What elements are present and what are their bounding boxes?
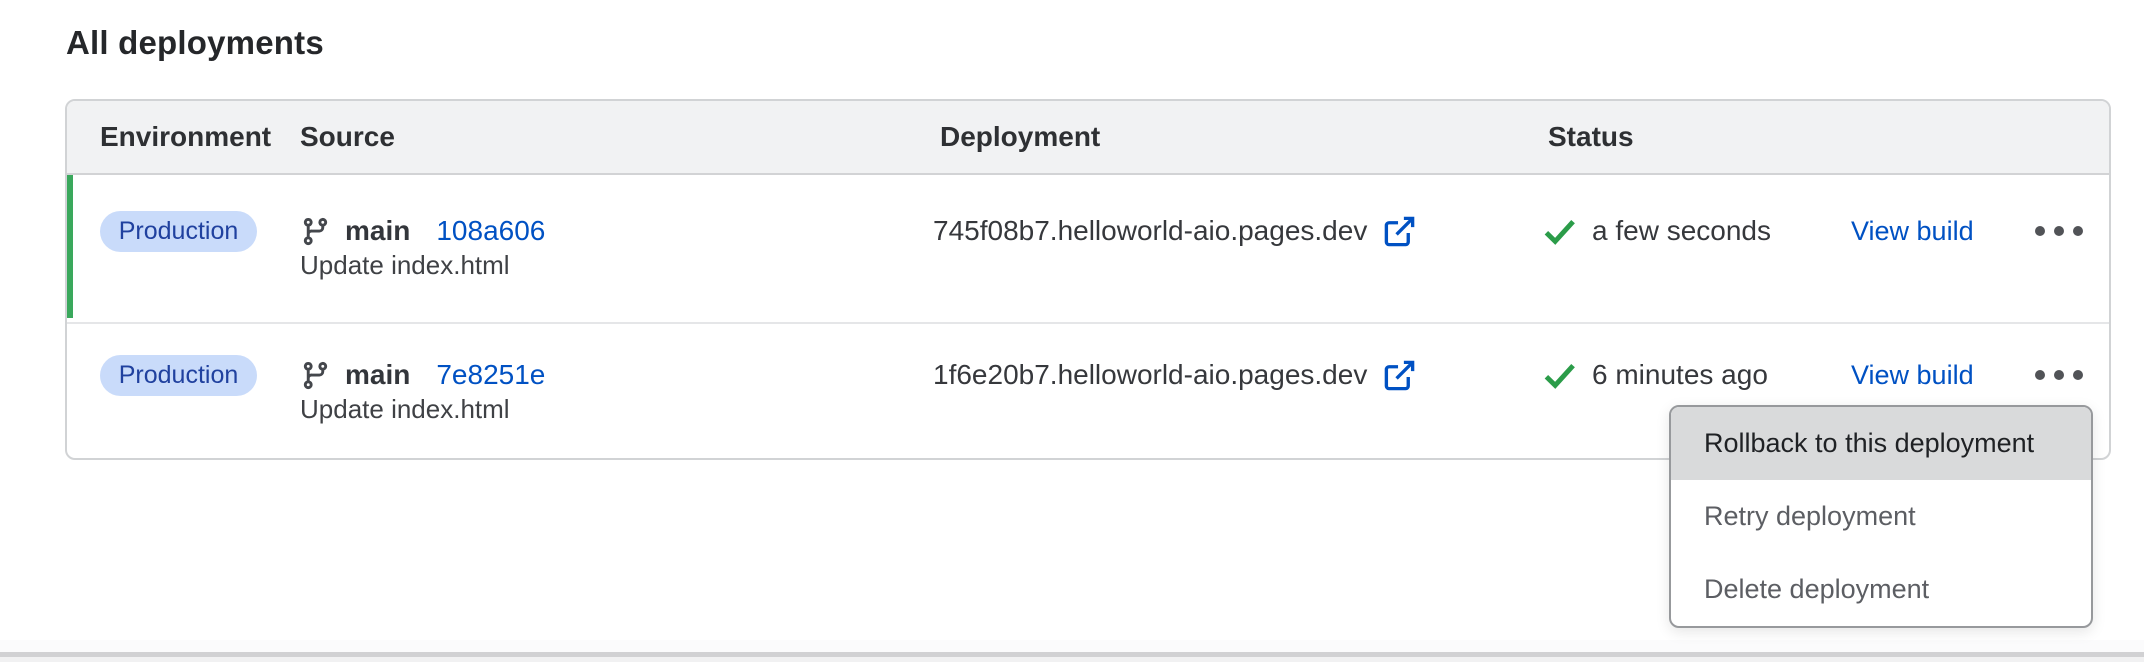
table-row: Production main 108a606 Update index.htm… bbox=[67, 175, 2109, 324]
ellipsis-icon bbox=[2073, 226, 2083, 236]
row-actions-button[interactable] bbox=[2023, 215, 2095, 247]
page-bottom-fade bbox=[0, 640, 2144, 652]
view-build-link[interactable]: View build bbox=[1851, 360, 1974, 391]
git-branch-icon bbox=[300, 216, 331, 247]
status-cell: 6 minutes ago bbox=[1541, 355, 1768, 395]
deployment-cell: 1f6e20b7.helloworld-aio.pages.dev bbox=[933, 355, 1417, 395]
table-header-row: Environment Source Deployment Status bbox=[67, 101, 2109, 175]
deployment-url: 745f08b7.helloworld-aio.pages.dev bbox=[933, 215, 1367, 247]
environment-badge-label: Production bbox=[119, 361, 239, 390]
deployment-url: 1f6e20b7.helloworld-aio.pages.dev bbox=[933, 359, 1367, 391]
git-branch-icon bbox=[300, 360, 331, 391]
check-icon bbox=[1541, 357, 1578, 394]
status-time: 6 minutes ago bbox=[1592, 359, 1768, 391]
open-deployment-button[interactable] bbox=[1382, 358, 1417, 393]
environment-badge-label: Production bbox=[119, 217, 239, 246]
ellipsis-icon bbox=[2054, 226, 2064, 236]
ellipsis-icon bbox=[2073, 370, 2083, 380]
view-build-cell: View build bbox=[1851, 211, 1974, 251]
environment-badge: Production bbox=[100, 355, 257, 396]
view-build-cell: View build bbox=[1851, 355, 1974, 395]
column-header-source: Source bbox=[300, 101, 395, 173]
column-header-status: Status bbox=[1548, 101, 1634, 173]
deployment-cell: 745f08b7.helloworld-aio.pages.dev bbox=[933, 211, 1417, 251]
branch-name: main bbox=[345, 215, 410, 247]
ellipsis-icon bbox=[2035, 226, 2045, 236]
menu-item-delete[interactable]: Delete deployment bbox=[1671, 553, 2091, 626]
commit-message: Update index.html bbox=[300, 394, 510, 424]
menu-item-rollback[interactable]: Rollback to this deployment bbox=[1671, 407, 2091, 480]
active-deployment-indicator bbox=[67, 175, 73, 318]
column-header-environment: Environment bbox=[100, 101, 271, 173]
external-link-icon bbox=[1382, 358, 1417, 393]
commit-message: Update index.html bbox=[300, 250, 510, 280]
row-actions-menu: Rollback to this deployment Retry deploy… bbox=[1669, 405, 2093, 628]
branch-name: main bbox=[345, 359, 410, 391]
status-cell: a few seconds bbox=[1541, 211, 1771, 251]
column-header-deployment: Deployment bbox=[940, 101, 1100, 173]
view-build-link[interactable]: View build bbox=[1851, 216, 1974, 247]
menu-item-retry[interactable]: Retry deployment bbox=[1671, 480, 2091, 553]
ellipsis-icon bbox=[2054, 370, 2064, 380]
source-cell: main 108a606 bbox=[300, 211, 545, 251]
row-actions-button[interactable] bbox=[2023, 359, 2095, 391]
status-time: a few seconds bbox=[1592, 215, 1771, 247]
page-title: All deployments bbox=[66, 24, 324, 62]
open-deployment-button[interactable] bbox=[1382, 214, 1417, 249]
deployments-page: All deployments Environment Source Deplo… bbox=[0, 0, 2144, 662]
ellipsis-icon bbox=[2035, 370, 2045, 380]
source-cell: main 7e8251e bbox=[300, 355, 545, 395]
page-bottom-strip bbox=[0, 657, 2144, 662]
commit-link[interactable]: 7e8251e bbox=[436, 359, 545, 391]
external-link-icon bbox=[1382, 214, 1417, 249]
environment-badge: Production bbox=[100, 211, 257, 252]
check-icon bbox=[1541, 213, 1578, 250]
commit-link[interactable]: 108a606 bbox=[436, 215, 545, 247]
